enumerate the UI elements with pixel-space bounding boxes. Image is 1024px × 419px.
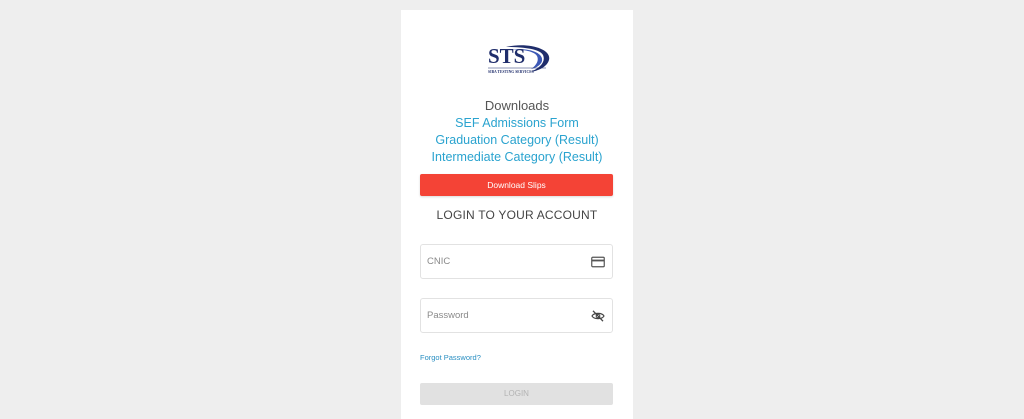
password-field[interactable] — [420, 298, 613, 333]
login-button[interactable]: LOGIN — [420, 383, 613, 405]
download-slips-button[interactable]: Download Slips — [420, 174, 613, 196]
login-card: STS SIBA TESTING SERVICES Downloads SEF … — [401, 10, 633, 419]
downloads-heading: Downloads — [484, 98, 550, 113]
credit-card-icon — [591, 256, 605, 268]
graduation-category-result-link[interactable]: Graduation Category (Result) — [401, 132, 633, 148]
password-input[interactable] — [427, 299, 587, 332]
forgot-password-link[interactable]: Forgot Password? — [420, 353, 481, 362]
intermediate-category-result-link[interactable]: Intermediate Category (Result) — [401, 149, 633, 165]
sts-logo: STS SIBA TESTING SERVICES — [486, 44, 552, 80]
logo-subtitle: SIBA TESTING SERVICES — [488, 70, 534, 74]
login-heading: LOGIN TO YOUR ACCOUNT — [436, 208, 598, 222]
logo-text: STS — [488, 44, 526, 68]
sef-admissions-form-link[interactable]: SEF Admissions Form — [401, 115, 633, 131]
cnic-input[interactable] — [427, 245, 587, 278]
eye-off-icon[interactable] — [591, 310, 605, 322]
cnic-field[interactable] — [420, 244, 613, 279]
